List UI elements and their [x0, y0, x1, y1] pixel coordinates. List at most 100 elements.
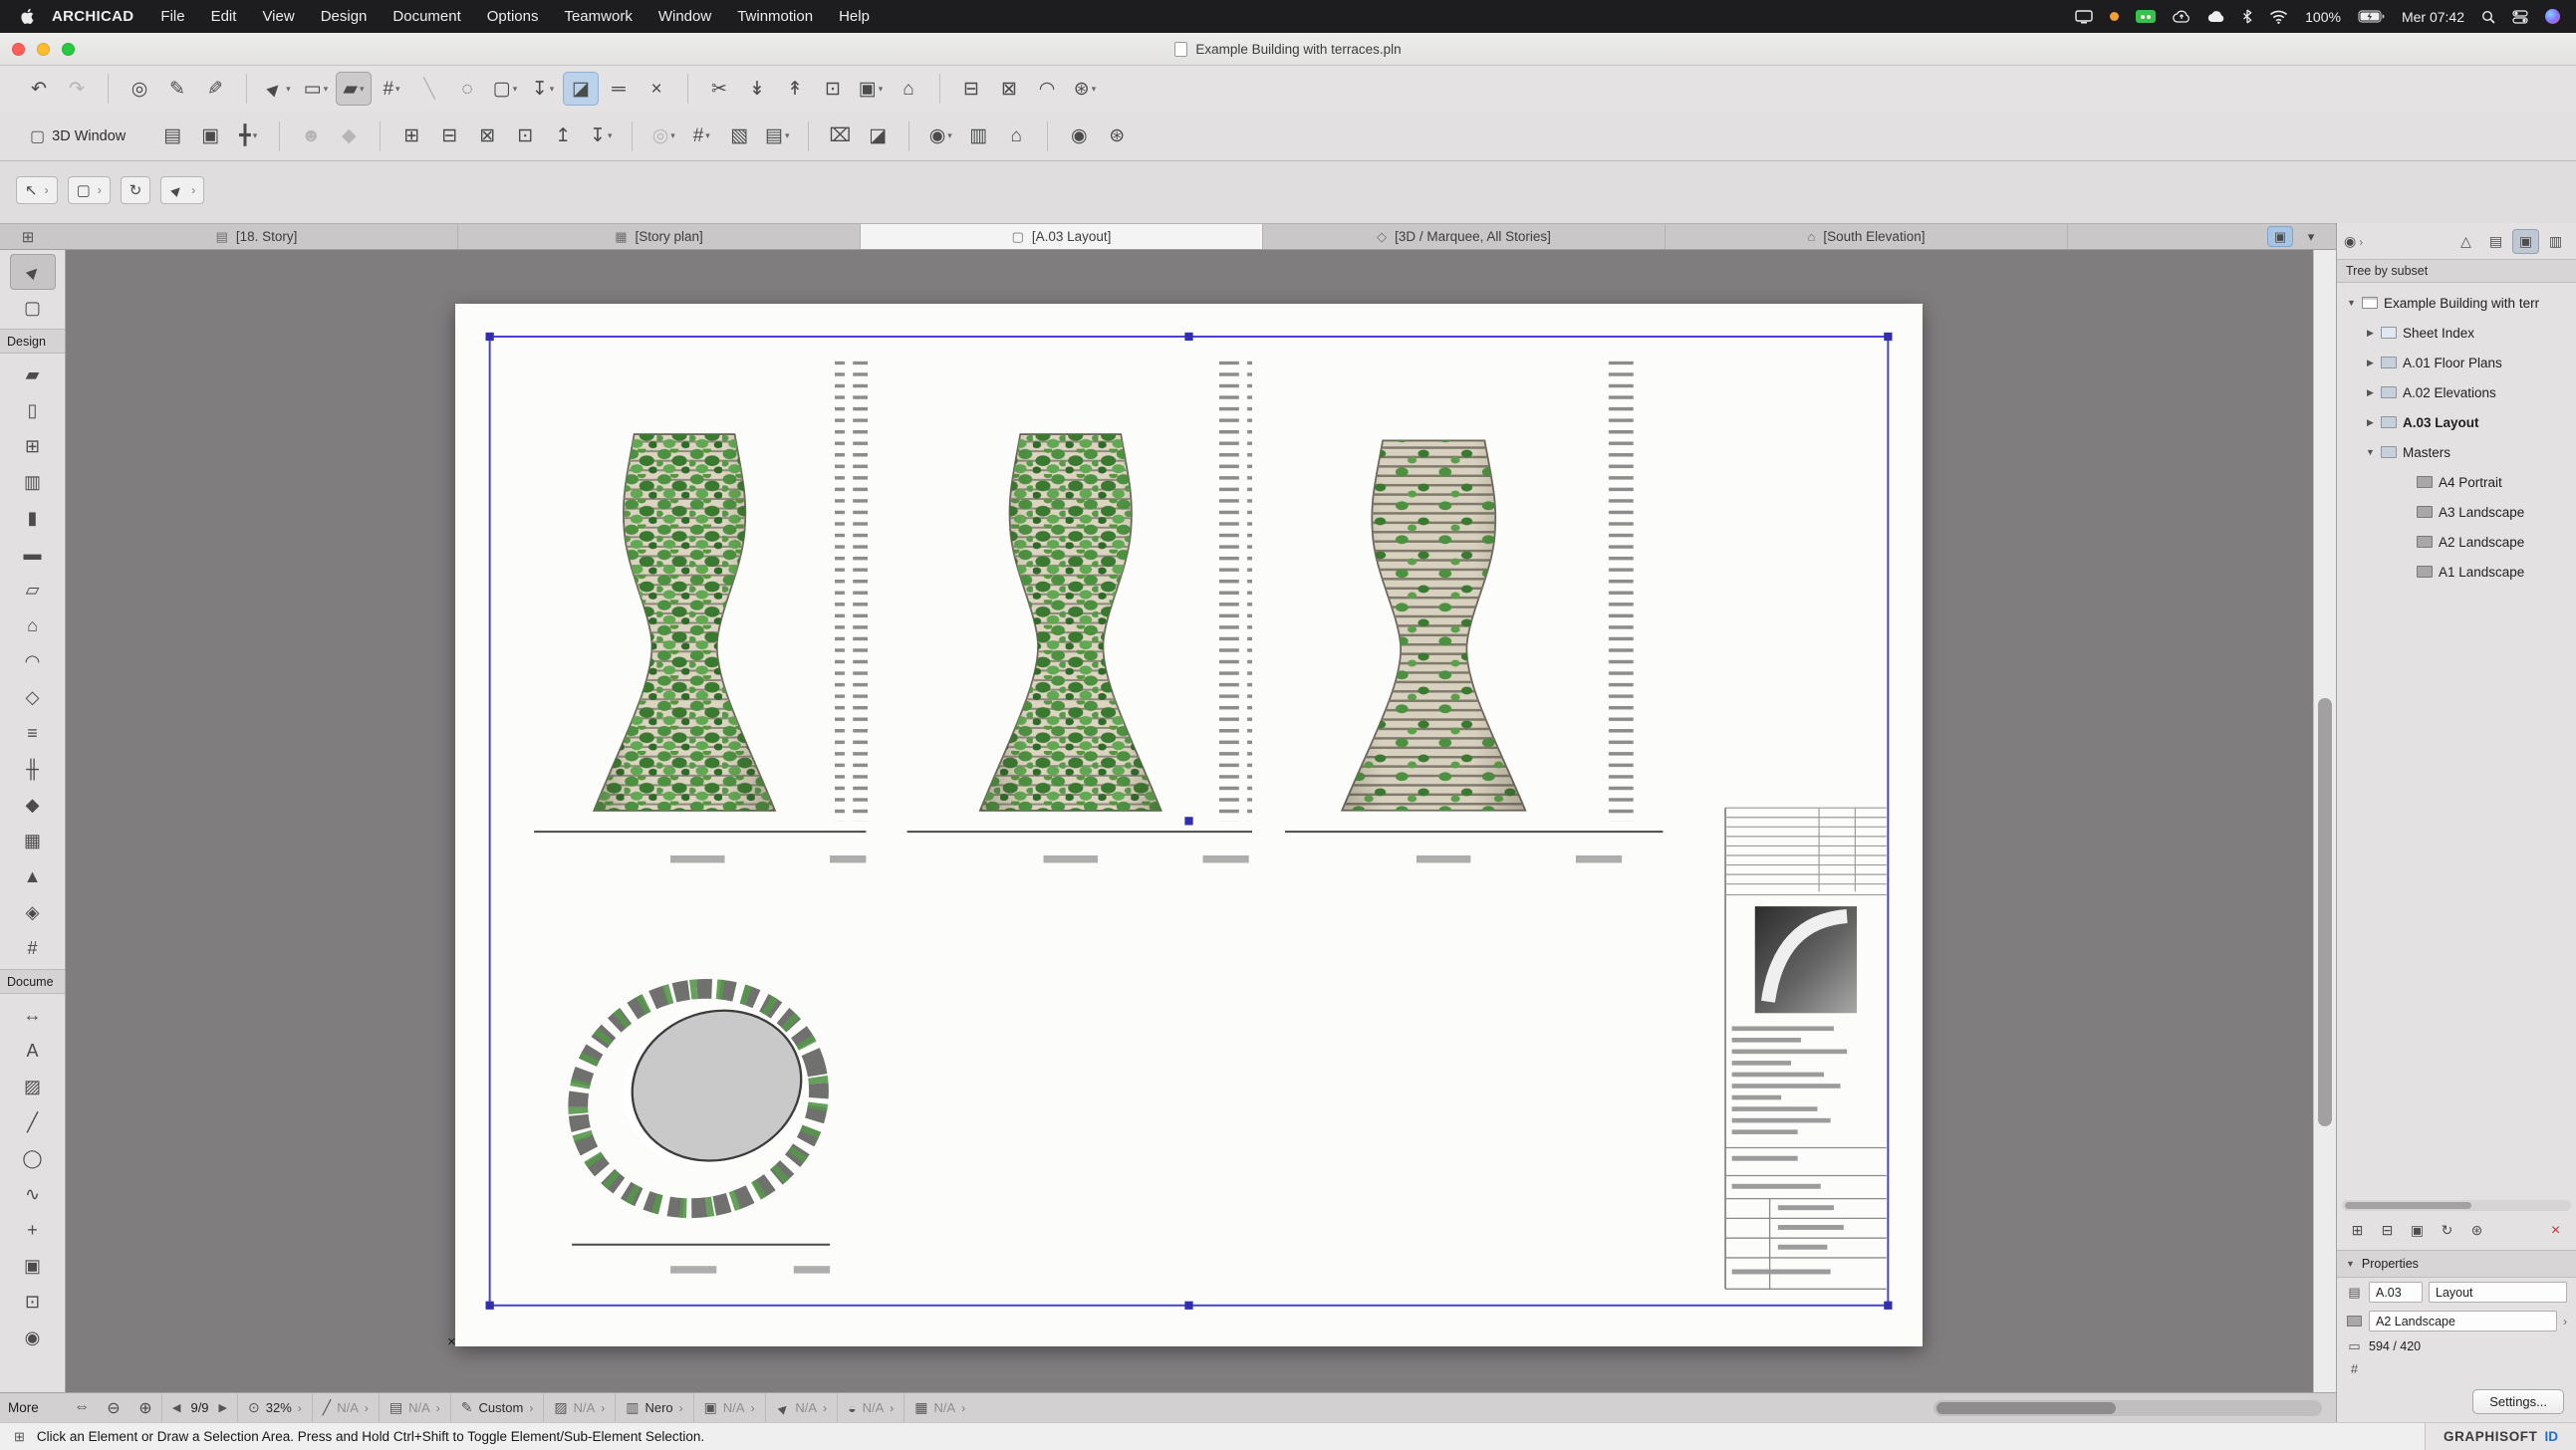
update-icon[interactable]: ↻	[2434, 1218, 2460, 1243]
vertical-scrollbar-thumb[interactable]	[2318, 698, 2332, 1126]
teamwork-flag-icon[interactable]: ◆	[331, 120, 367, 153]
layout-canvas[interactable]: ×	[66, 250, 2313, 1392]
home-icon[interactable]: ⌂	[891, 72, 926, 106]
3d-window-button[interactable]: ▢ 3D Window	[18, 121, 137, 151]
tool-grid[interactable]: #	[10, 930, 56, 966]
layout-book-icon[interactable]: ▣	[2512, 229, 2539, 254]
spotlight-icon[interactable]	[2481, 10, 2495, 24]
bring-forward-icon[interactable]: ↥	[545, 120, 581, 153]
tree-item-a3-landscape[interactable]: A3 Landscape	[2337, 497, 2576, 527]
horizontal-scrollbar-thumb[interactable]	[1936, 1402, 2116, 1414]
tab-south-elevation[interactable]: ⌂ [South Elevation]	[1666, 224, 2068, 249]
stamp-icon[interactable]: ⌧	[822, 120, 858, 153]
tool-camera[interactable]: ◉	[10, 1320, 56, 1355]
inject-parameters-icon[interactable]: ↟	[777, 72, 813, 106]
zoom-to-selection-icon[interactable]: ◎	[122, 72, 157, 106]
box-select-icon[interactable]: ▢	[487, 72, 523, 106]
graphisoft-id[interactable]: GRAPHISOFT ID	[2425, 1423, 2576, 1450]
photo-icon[interactable]: ◉	[1061, 120, 1097, 153]
tool-line[interactable]: ╱	[10, 1104, 56, 1140]
tool-drawing[interactable]: ⊡	[10, 1284, 56, 1320]
menu-file[interactable]: File	[147, 8, 197, 25]
tool-polyline[interactable]: ∿	[10, 1176, 56, 1212]
new-layout-icon[interactable]: ⊞	[2344, 1218, 2371, 1243]
settings-button[interactable]: Settings...	[2472, 1389, 2564, 1414]
rotate-view-icon[interactable]: ↻	[121, 176, 151, 204]
split-view-icon[interactable]: ⊟	[953, 72, 989, 106]
menu-design[interactable]: Design	[308, 8, 381, 25]
toolbox-section-design[interactable]: Design	[0, 329, 65, 354]
tool-object[interactable]: ◈	[10, 894, 56, 930]
freehand-icon[interactable]: ◌	[449, 72, 485, 106]
project-map-icon[interactable]: △	[2452, 229, 2479, 254]
elevation-view-3[interactable]	[1285, 362, 1663, 863]
fill-type[interactable]: ▨ N/A ›	[543, 1393, 615, 1422]
capture-icon[interactable]: ⊡	[815, 72, 851, 106]
grid-tool-icon[interactable]: #	[374, 72, 409, 106]
teamwork-user-icon[interactable]: ☻	[293, 120, 329, 153]
tree-item-sheet-index[interactable]: ▶ Sheet Index	[2337, 318, 2576, 348]
wall-tool-icon[interactable]: ▰	[336, 72, 372, 106]
view-map-icon[interactable]: ▤	[2482, 229, 2509, 254]
menu-view[interactable]: View	[249, 8, 307, 25]
plan-view[interactable]	[549, 958, 847, 1274]
tool-dimension[interactable]: ↔	[10, 997, 56, 1033]
building-icon[interactable]: ⌂	[998, 120, 1034, 153]
menu-options[interactable]: Options	[474, 8, 552, 25]
master-layout-field[interactable]: A2 Landscape	[2369, 1311, 2557, 1331]
siri-icon[interactable]	[2545, 9, 2560, 24]
lock-icon[interactable]: ⊠	[469, 120, 505, 153]
tab-overview-icon[interactable]: ⊞	[0, 224, 56, 249]
tab-3d-marquee[interactable]: ◇ [3D / Marquee, All Stories]	[1263, 224, 1666, 249]
cursor-mode-icon[interactable]: ►	[160, 176, 204, 204]
send-backward-icon[interactable]: ↧	[583, 120, 619, 153]
virtual-trace-icon[interactable]: ═	[601, 72, 637, 106]
apple-menu-icon[interactable]	[20, 8, 34, 25]
tab-actions-icon[interactable]: ▣	[2267, 226, 2293, 247]
disclosure-arrow[interactable]: ▶	[2363, 417, 2378, 428]
tool-roof[interactable]: ⌂	[10, 607, 56, 643]
horizontal-scrollbar[interactable]	[1933, 1400, 2322, 1416]
zoom-level[interactable]: ⊙ 32% ›	[237, 1393, 312, 1422]
menu-twinmotion[interactable]: Twinmotion	[724, 8, 826, 25]
move-icon[interactable]: ╋	[230, 120, 266, 153]
project-chooser-icon[interactable]: ◉›	[2344, 233, 2363, 250]
tool-door[interactable]: ▯	[10, 392, 56, 428]
publisher-icon[interactable]: ▥	[2542, 229, 2569, 254]
tab-18-story[interactable]: ▤ [18. Story]	[56, 224, 458, 249]
layout-setting[interactable]: ▣ N/A ›	[693, 1393, 765, 1422]
line-type[interactable]: ✎ Custom ›	[450, 1393, 544, 1422]
tree-item-a02-elevations[interactable]: ▶ A.02 Elevations	[2337, 377, 2576, 407]
vertical-scrollbar[interactable]	[2313, 250, 2336, 1392]
trace-reference-icon[interactable]: ◪	[563, 72, 599, 106]
tool-railing[interactable]: ╫	[10, 751, 56, 787]
arrow-tool-icon[interactable]: ►	[260, 72, 296, 106]
wifi-icon[interactable]	[2269, 10, 2288, 24]
unlock-icon[interactable]: ⊡	[507, 120, 543, 153]
toolbox-section-document[interactable]: Docume	[0, 969, 65, 994]
new-subset-icon[interactable]: ⊟	[2374, 1218, 2401, 1243]
tool-column[interactable]: ▮	[10, 500, 56, 536]
tool-wall[interactable]: ▰	[10, 357, 56, 392]
zoom-out-icon[interactable]: ⊖	[98, 1398, 129, 1418]
elevation-view-1[interactable]	[534, 362, 868, 863]
zoom-in-icon[interactable]: ⊕	[129, 1398, 161, 1418]
toolbox-more-label[interactable]: More	[0, 1400, 66, 1415]
battery-icon[interactable]	[2358, 10, 2385, 23]
disclosure-arrow[interactable]: ▶	[2363, 328, 2378, 339]
pen-icon[interactable]: ✎	[197, 72, 233, 106]
menu-edit[interactable]: Edit	[198, 8, 250, 25]
camera-icon[interactable]: ◉	[922, 120, 958, 153]
previous-page-icon[interactable]: ◀	[172, 1401, 180, 1414]
layer-setting[interactable]: ▤ N/A ›	[379, 1393, 450, 1422]
surface-setting[interactable]: ◒ N/A ›	[837, 1393, 903, 1422]
close-icon[interactable]: ×	[639, 72, 674, 106]
tool-shell[interactable]: ◠	[10, 643, 56, 679]
tool-fill[interactable]: ▨	[10, 1069, 56, 1104]
disclosure-arrow[interactable]: ▼	[2344, 298, 2359, 308]
pages-icon[interactable]: ▥	[960, 120, 996, 153]
layers-icon[interactable]: ▤	[759, 120, 795, 153]
app-name[interactable]: ARCHICAD	[52, 8, 133, 25]
disclosure-arrow[interactable]: ▼	[2363, 447, 2378, 457]
tree-item-masters[interactable]: ▼ Masters	[2337, 437, 2576, 467]
